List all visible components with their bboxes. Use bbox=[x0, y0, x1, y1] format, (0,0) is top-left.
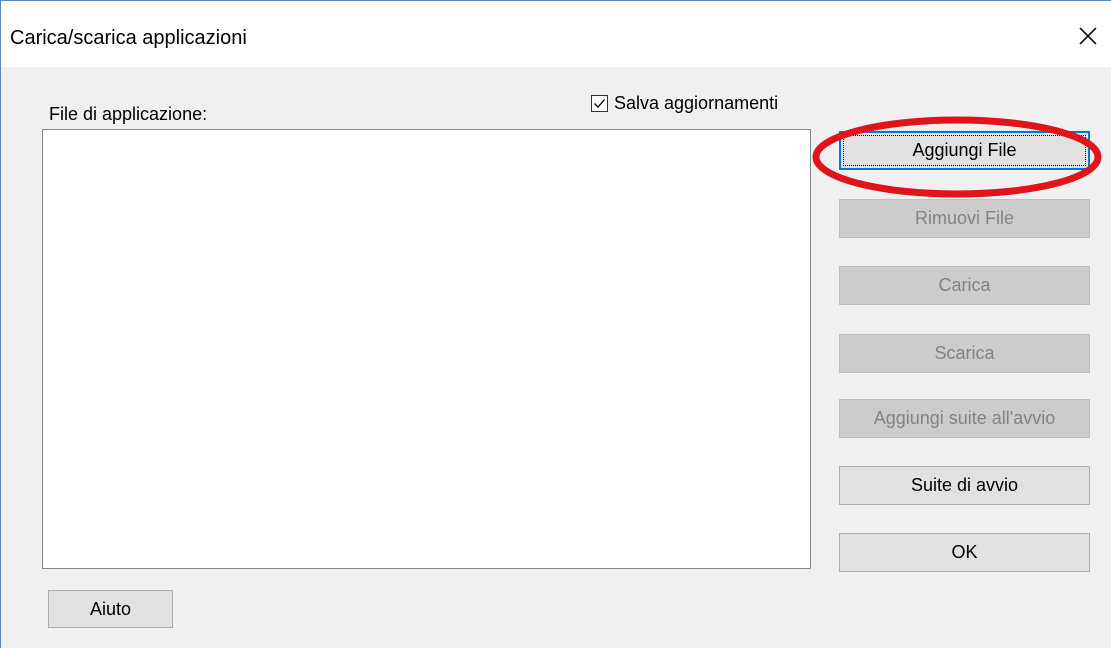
close-icon bbox=[1079, 27, 1097, 45]
save-updates-checkbox[interactable]: Salva aggiornamenti bbox=[591, 93, 778, 114]
add-startup-suite-label: Aggiungi suite all'avvio bbox=[873, 408, 1056, 428]
upload-label: Carica bbox=[938, 275, 991, 295]
help-button[interactable]: Aiuto bbox=[48, 590, 173, 628]
startup-suite-label: Suite di avvio bbox=[910, 475, 1019, 495]
ok-label: OK bbox=[951, 542, 978, 562]
close-button[interactable] bbox=[1065, 13, 1111, 59]
help-label: Aiuto bbox=[89, 598, 132, 619]
startup-suite-button[interactable]: Suite di avvio bbox=[839, 466, 1090, 505]
application-files-list[interactable] bbox=[42, 129, 811, 569]
download-button[interactable]: Scarica bbox=[839, 334, 1090, 373]
remove-file-button[interactable]: Rimuovi File bbox=[839, 199, 1090, 238]
ok-button[interactable]: OK bbox=[839, 533, 1090, 572]
save-updates-label: Salva aggiornamenti bbox=[614, 93, 779, 113]
checkbox-box[interactable] bbox=[591, 95, 608, 112]
upload-download-apps-dialog: Carica/scarica applicazioni File di appl… bbox=[0, 0, 1111, 648]
application-files-label: File di applicazione: bbox=[49, 104, 208, 124]
title-bar: Carica/scarica applicazioni bbox=[1, 1, 1111, 67]
add-file-label: Aggiungi File bbox=[843, 135, 1086, 166]
download-label: Scarica bbox=[934, 343, 995, 363]
add-startup-suite-button[interactable]: Aggiungi suite all'avvio bbox=[839, 399, 1090, 438]
remove-file-label: Rimuovi File bbox=[914, 208, 1015, 228]
add-file-text: Aggiungi File bbox=[912, 140, 1017, 160]
add-file-button[interactable]: Aggiungi File bbox=[839, 131, 1090, 170]
window-title: Carica/scarica applicazioni bbox=[10, 27, 247, 49]
checkmark-icon bbox=[594, 99, 605, 108]
upload-button[interactable]: Carica bbox=[839, 266, 1090, 305]
